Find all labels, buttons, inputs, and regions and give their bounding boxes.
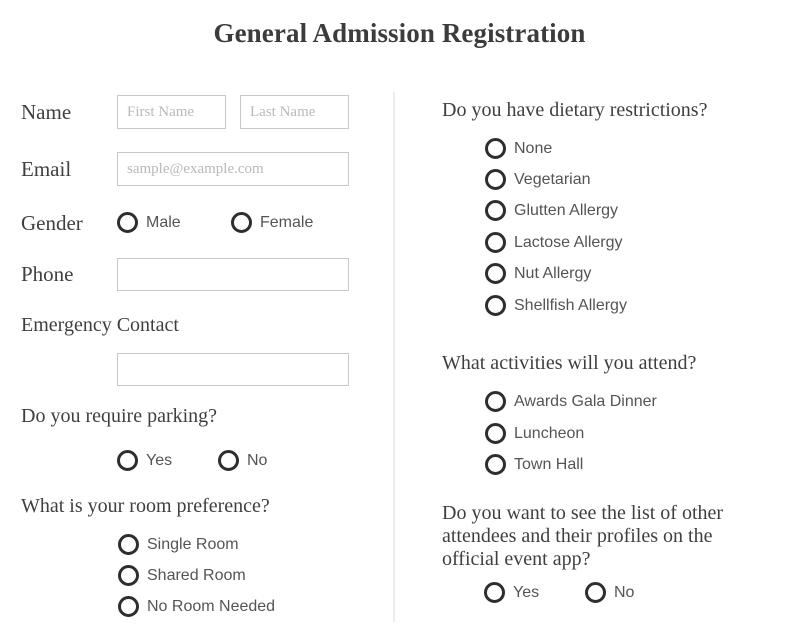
room-preference-option-single-room[interactable]: Single Room — [118, 534, 239, 555]
radio-circle-icon — [118, 534, 139, 555]
gender-label: Gender — [21, 211, 83, 235]
radio-option-label: Nut Allergy — [514, 264, 592, 282]
parking-option-no[interactable]: No — [218, 450, 267, 471]
radio-option-label: Lactose Allergy — [514, 233, 623, 251]
phone-label: Phone — [21, 262, 74, 286]
radio-circle-icon — [485, 295, 506, 316]
radio-option-label: Town Hall — [514, 455, 584, 473]
dietary-option-shellfish-allergy[interactable]: Shellfish Allergy — [485, 295, 627, 316]
radio-option-label: Luncheon — [514, 424, 585, 442]
radio-circle-icon — [485, 423, 506, 444]
dietary-option-vegetarian[interactable]: Vegetarian — [485, 169, 591, 190]
dietary-question: Do you have dietary restrictions? — [442, 99, 708, 121]
dietary-option-nut-allergy[interactable]: Nut Allergy — [485, 263, 591, 284]
radio-option-label: Single Room — [147, 535, 239, 553]
room-preference-option-no-room-needed[interactable]: No Room Needed — [118, 596, 275, 617]
dietary-option-none[interactable]: None — [485, 138, 552, 159]
name-label: Name — [21, 100, 72, 124]
dietary-option-lactose-allergy[interactable]: Lactose Allergy — [485, 232, 623, 253]
attendee-list-option-yes[interactable]: Yes — [484, 582, 539, 603]
activities-option-awards-gala-dinner[interactable]: Awards Gala Dinner — [485, 391, 657, 412]
radio-circle-icon — [118, 565, 139, 586]
radio-circle-icon — [485, 263, 506, 284]
parking-option-yes[interactable]: Yes — [117, 450, 172, 471]
room-preference-question: What is your room preference? — [21, 495, 270, 517]
radio-circle-icon — [117, 212, 138, 233]
activities-option-town-hall[interactable]: Town Hall — [485, 454, 583, 475]
radio-option-label: Shared Room — [147, 566, 246, 584]
email-input[interactable] — [117, 152, 349, 186]
dietary-option-glutten-allergy[interactable]: Glutten Allergy — [485, 200, 618, 221]
gender-option-male[interactable]: Male — [117, 212, 181, 233]
radio-option-label: No — [614, 583, 635, 601]
attendee-list-question: Do you want to see the list of other att… — [442, 502, 724, 570]
radio-circle-icon — [117, 450, 138, 471]
radio-circle-icon — [231, 212, 252, 233]
last-name-input[interactable] — [240, 95, 349, 129]
radio-circle-icon — [485, 454, 506, 475]
phone-input[interactable] — [117, 258, 349, 291]
radio-option-label: Vegetarian — [514, 170, 591, 188]
radio-option-label: Yes — [513, 583, 540, 601]
radio-circle-icon — [118, 596, 139, 617]
radio-option-label: Female — [260, 213, 314, 231]
radio-circle-icon — [485, 138, 506, 159]
radio-circle-icon — [485, 391, 506, 412]
room-preference-option-shared-room[interactable]: Shared Room — [118, 565, 246, 586]
activities-option-luncheon[interactable]: Luncheon — [485, 423, 584, 444]
radio-option-label: Glutten Allergy — [514, 201, 619, 219]
emergency-contact-input[interactable] — [117, 353, 349, 386]
first-name-input[interactable] — [117, 95, 226, 129]
gender-option-female[interactable]: Female — [231, 212, 313, 233]
radio-option-label: Yes — [146, 451, 173, 469]
parking-question: Do you require parking? — [21, 405, 218, 427]
attendee-list-option-no[interactable]: No — [585, 582, 634, 603]
radio-circle-icon — [585, 582, 606, 603]
radio-circle-icon — [218, 450, 239, 471]
radio-option-label: No — [247, 451, 268, 469]
activities-question: What activities will you attend? — [442, 352, 697, 374]
radio-option-label: Male — [146, 213, 181, 231]
radio-option-label: Awards Gala Dinner — [514, 392, 657, 410]
radio-option-label: None — [514, 139, 553, 157]
radio-circle-icon — [485, 200, 506, 221]
radio-circle-icon — [484, 582, 505, 603]
left-column: Name Email Gender Male Female Phone Emer… — [0, 0, 393, 636]
radio-circle-icon — [485, 232, 506, 253]
right-column: Do you have dietary restrictions? None V… — [393, 0, 799, 636]
registration-form-page: General Admission Registration Name Emai… — [0, 0, 799, 636]
radio-option-label: Shellfish Allergy — [514, 296, 627, 314]
radio-option-label: No Room Needed — [147, 597, 276, 615]
emergency-contact-label: Emergency Contact — [21, 314, 179, 336]
email-label: Email — [21, 157, 72, 181]
radio-circle-icon — [485, 169, 506, 190]
